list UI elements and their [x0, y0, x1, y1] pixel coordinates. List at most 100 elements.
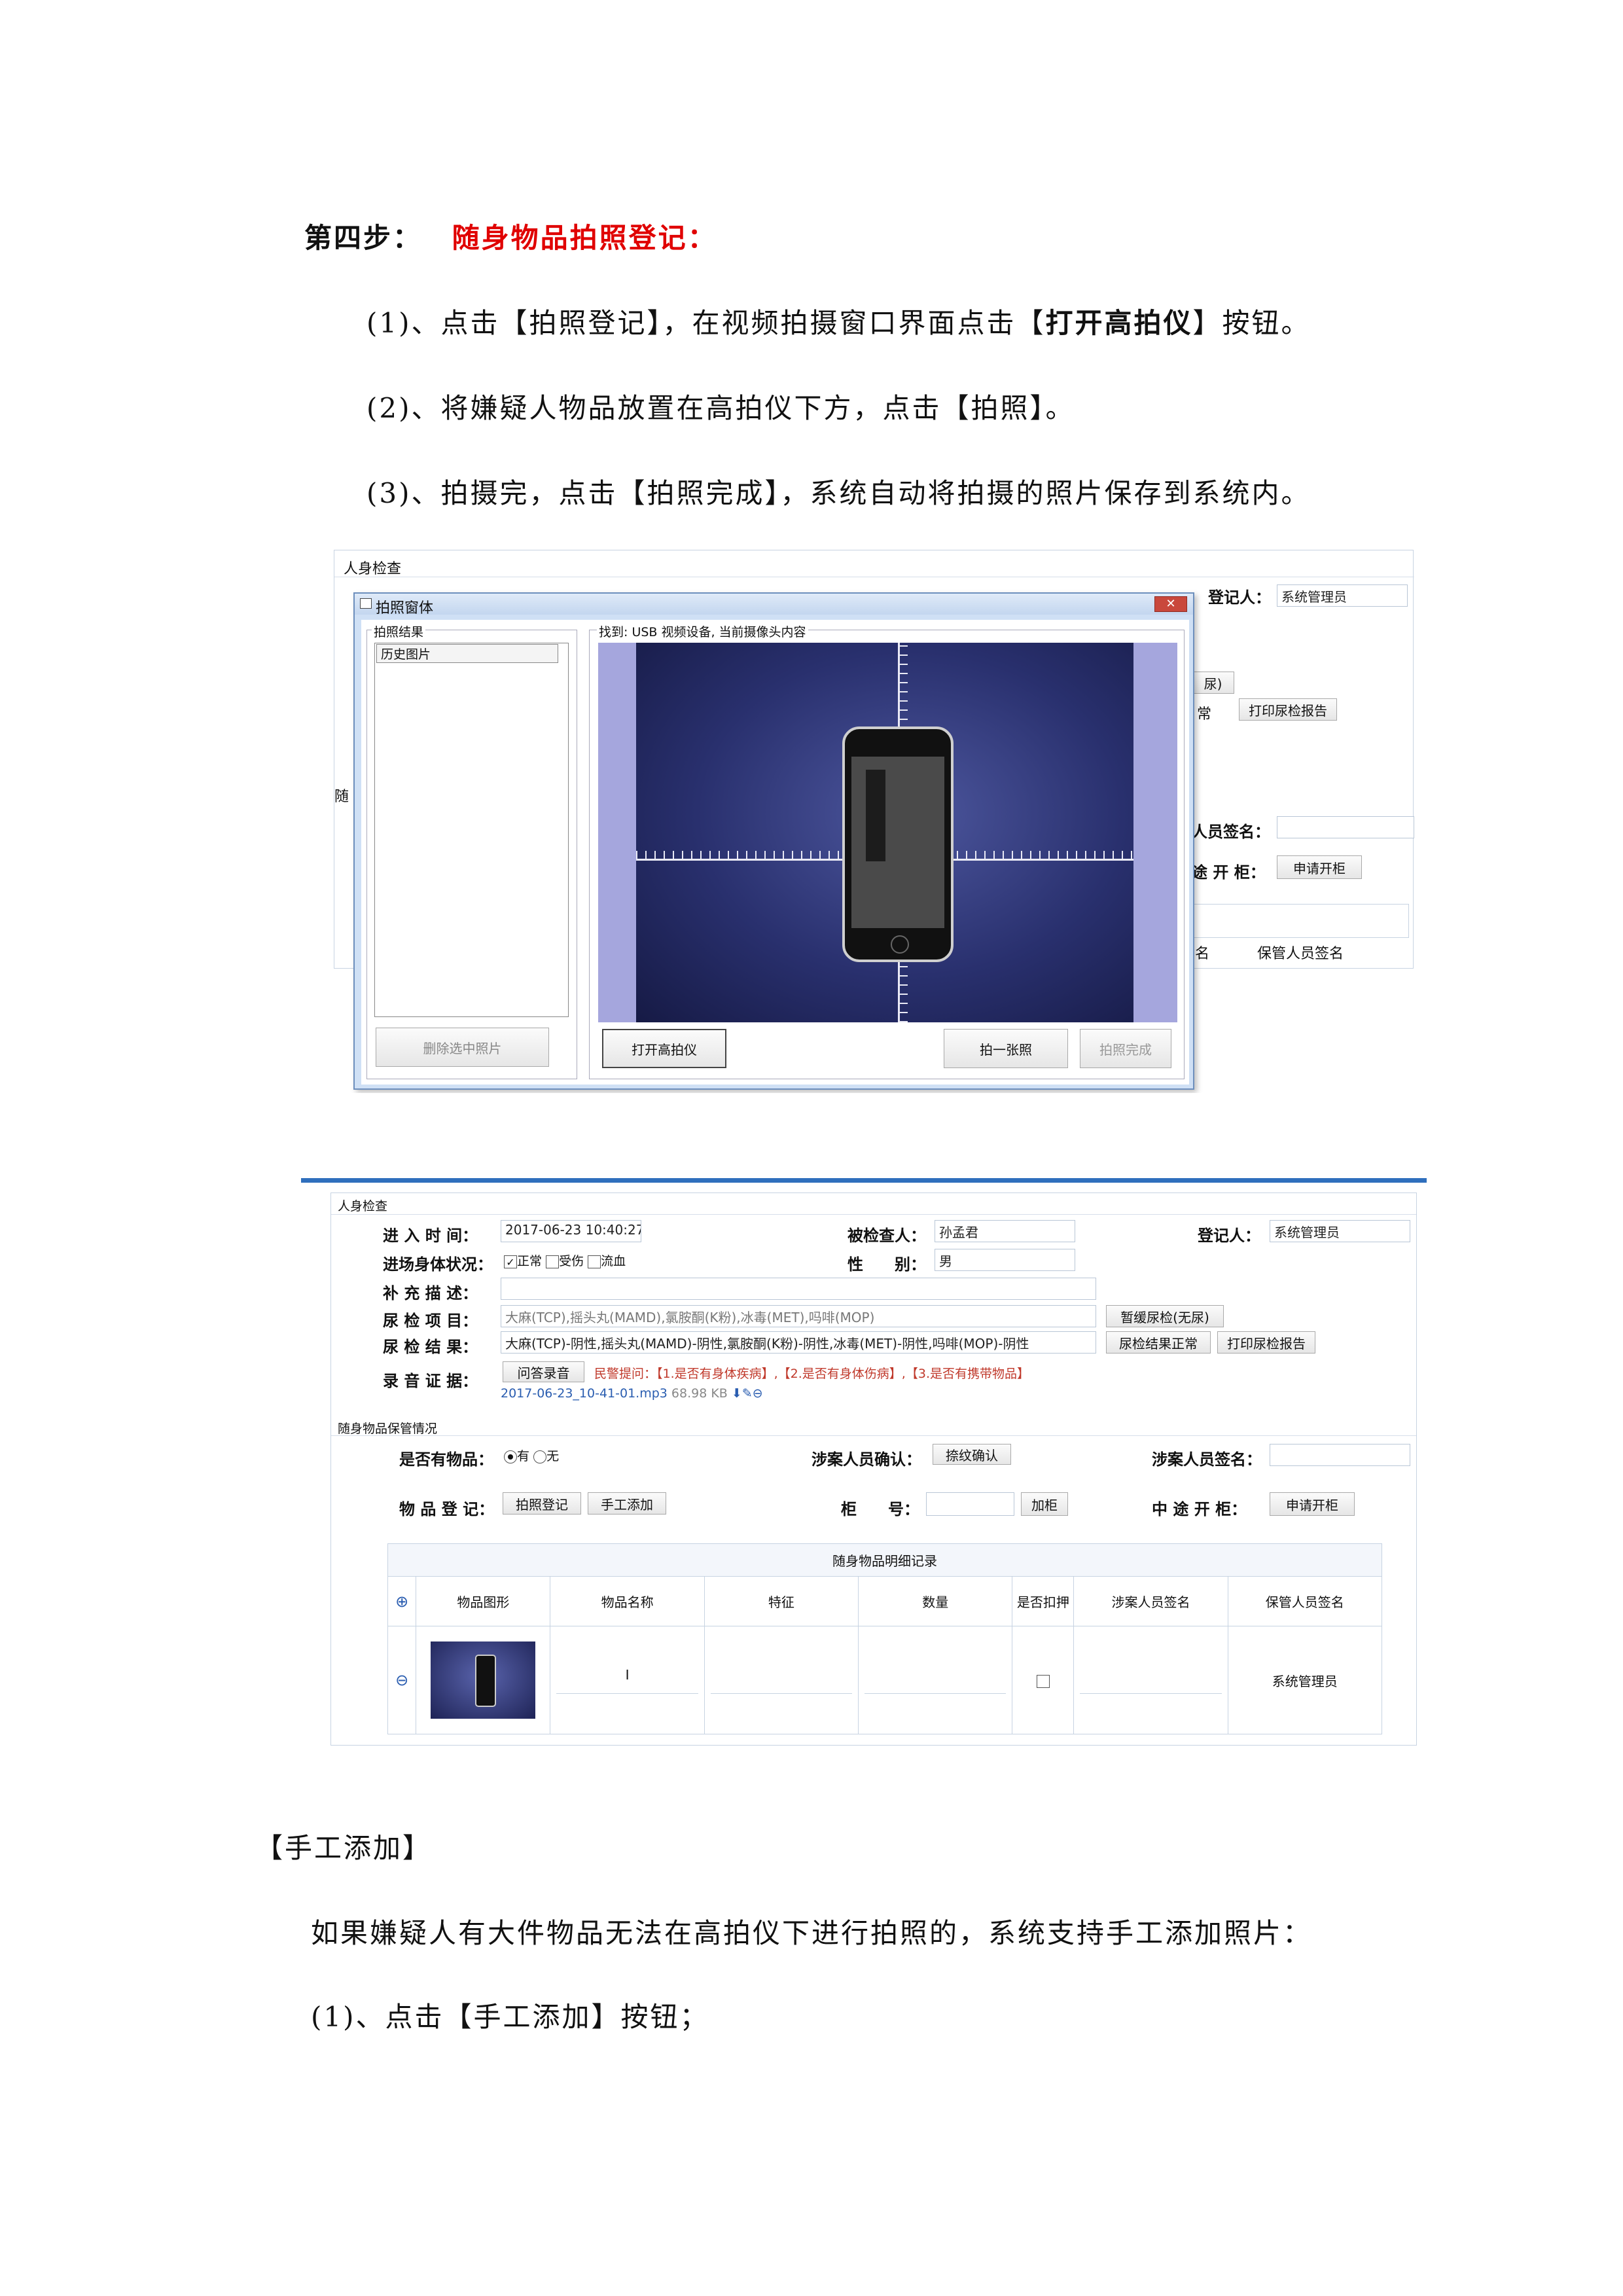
police-tip-text: 【1.是否有身体疾病】,【2.是否有身体伤病】,【3.是否有携带物品】: [656, 1367, 1029, 1381]
add-row-icon[interactable]: ⊕: [395, 1592, 408, 1611]
register-field[interactable]: 系统管理员: [1270, 1220, 1410, 1242]
bleeding-checkbox[interactable]: [588, 1255, 601, 1268]
inspected-label: 被检查人：: [847, 1227, 926, 1245]
bg-register-field[interactable]: 系统管理员: [1277, 584, 1408, 607]
item-suspect-sign-input[interactable]: [1080, 1667, 1222, 1694]
fingerprint-button[interactable]: 捺纹确认: [933, 1444, 1011, 1465]
video-group-label: 找到: USB 视频设备, 当前摄像头内容: [597, 622, 808, 640]
open-camera-button[interactable]: 打开高拍仪: [602, 1029, 726, 1068]
normal-checkbox[interactable]: ✓: [504, 1255, 517, 1268]
camera-image: [636, 643, 1133, 1022]
manual-add-button[interactable]: 手工添加: [588, 1492, 666, 1515]
gender-field[interactable]: 男: [935, 1249, 1075, 1271]
item-thumbnail[interactable]: [431, 1641, 536, 1719]
step-1-suffix: 】按钮。: [1192, 307, 1311, 339]
item-reg-label: 物 品 登 记：: [399, 1500, 495, 1518]
suspect-sign-field[interactable]: [1270, 1444, 1410, 1466]
download-icon[interactable]: ⬇: [732, 1386, 742, 1401]
urine-normal-button[interactable]: 尿检结果正常: [1106, 1331, 1211, 1354]
qa-record-button[interactable]: 问答录音: [503, 1361, 584, 1382]
finish-photo-button[interactable]: 拍照完成: [1080, 1029, 1171, 1068]
suspect-sign-label: 涉案人员签名：: [1152, 1450, 1262, 1469]
phone-image: [842, 726, 954, 962]
step-1-bold: 打开高拍仪: [1045, 307, 1193, 339]
items-table: 随身物品明细记录 ⊕ 物品图形 物品名称 特征 数量 是否扣押 涉案人员签名 保…: [387, 1543, 1383, 1734]
supplement-label: 补 充 描 述：: [383, 1284, 478, 1302]
bg-cabinet-label: 途 开 柜：: [1192, 863, 1266, 882]
bg-col-partial: 名: [1195, 946, 1210, 962]
bg-sign-field[interactable]: [1277, 816, 1414, 838]
add-cabinet-button[interactable]: 加柜: [1021, 1492, 1068, 1516]
urine-items-select[interactable]: 大麻(TCP),摇头丸(MAMD),氯胺酮(K粉),冰毒(MET),吗啡(MOP…: [501, 1305, 1096, 1327]
bg-col-keeper: 保管人员签名: [1257, 946, 1344, 962]
manual-description: 如果嫌疑人有大件物品无法在高拍仪下进行拍照的，系统支持手工添加照片：: [311, 1917, 1313, 1949]
history-header: 历史图片: [376, 644, 558, 663]
has-items-options: 有 无: [504, 1446, 559, 1464]
step-3-text: (3)、拍摄完，点击【拍照完成】，系统自动将拍摄的照片保存到系统内。: [366, 477, 1311, 509]
delete-selected-button[interactable]: 删除选中照片: [376, 1028, 549, 1067]
header-bar: [301, 1178, 1427, 1183]
apply-cabinet-button[interactable]: 申请开柜: [1270, 1492, 1355, 1516]
gender-label: 性 别：: [847, 1255, 926, 1274]
bg-section-title: 人身检查: [344, 561, 402, 577]
dialog-title: 拍照窗体: [376, 600, 434, 617]
urine-defer-button[interactable]: 暂缓尿检(无尿): [1106, 1305, 1224, 1327]
has-items-yes-radio[interactable]: [504, 1450, 517, 1463]
bg-apply-cabinet-button[interactable]: 申请开柜: [1277, 855, 1362, 879]
screenshot-photo-dialog: 人身检查 登记人： 系统管理员 尿) 常 打印尿检报告 随 人员签名： 途 开 …: [330, 550, 1417, 1093]
cabinet-field[interactable]: [926, 1492, 1014, 1516]
police-tip-label: 民警提问：: [594, 1367, 657, 1381]
bg-urine-defer-button[interactable]: 尿): [1192, 672, 1234, 694]
suspect-confirm-label: 涉案人员确认：: [812, 1450, 921, 1469]
take-photo-button[interactable]: 拍一张照: [944, 1029, 1068, 1068]
manual-step-1: (1)、点击【手工添加】按钮；: [311, 2001, 709, 2033]
seized-checkbox[interactable]: [1036, 1674, 1050, 1688]
police-tip: 民警提问：【1.是否有身体疾病】,【2.是否有身体伤病】,【3.是否有携带物品】: [594, 1364, 1029, 1382]
bg-register-label: 登记人：: [1208, 588, 1271, 607]
custody-title: 随身物品保管情况: [338, 1422, 438, 1436]
col-quantity: 数量: [858, 1576, 1013, 1626]
condition-options: ✓ 正常 受伤 流血: [504, 1251, 626, 1269]
photo-register-button[interactable]: 拍照登记: [503, 1492, 581, 1515]
item-feature-input[interactable]: [710, 1667, 853, 1694]
col-keeper-sign: 保管人员签名: [1227, 1576, 1383, 1626]
audio-file-link[interactable]: 2017-06-23_10-41-01.mp3: [501, 1386, 668, 1401]
col-feature: 特征: [704, 1576, 859, 1626]
col-name: 物品名称: [550, 1576, 705, 1626]
has-items-no-radio[interactable]: [533, 1450, 547, 1463]
bg-print-report-button[interactable]: 打印尿检报告: [1239, 698, 1337, 721]
urine-result-label: 尿 检 结 果：: [383, 1338, 478, 1356]
col-seized: 是否扣押: [1012, 1576, 1075, 1626]
normal-label: 正常: [517, 1254, 543, 1268]
item-name-input[interactable]: I: [556, 1667, 698, 1694]
item-quantity-input[interactable]: [865, 1667, 1007, 1694]
audio-size: 68.98 KB: [671, 1386, 728, 1401]
bg-side-char: 随: [334, 789, 349, 805]
injured-checkbox[interactable]: [546, 1255, 560, 1268]
entry-time-label: 进 入 时 间：: [383, 1227, 478, 1245]
bg-sign-label: 人员签名：: [1192, 823, 1270, 841]
remove-icon[interactable]: ⊖: [753, 1386, 763, 1401]
step-number: 第四步：: [304, 222, 423, 254]
remove-row-icon[interactable]: ⊖: [395, 1671, 408, 1689]
step-1-text: (1)、点击【拍照登记】，在视频拍摄窗口界面点击【打开高拍仪】按钮。: [366, 301, 1311, 341]
close-icon[interactable]: ✕: [1154, 596, 1187, 612]
urine-result-select[interactable]: 大麻(TCP)-阴性,摇头丸(MAMD)-阴性,氯胺酮(K粉)-阴性,冰毒(ME…: [501, 1331, 1096, 1354]
print-report-button[interactable]: 打印尿检报告: [1217, 1331, 1315, 1354]
has-items-no-label: 无: [546, 1449, 560, 1463]
photo-dialog: 拍照窗体 ✕ 拍照结果 历史图片 删除选中照片 找到: USB 视频设备, 当前…: [353, 592, 1194, 1090]
inspected-field[interactable]: 孙孟君: [935, 1220, 1075, 1242]
midway-label: 中 途 开 柜：: [1152, 1500, 1247, 1518]
result-group-label: 拍照结果: [372, 622, 426, 640]
step-title: 随身物品拍照登记：: [452, 222, 717, 254]
bg-normal-partial: 常: [1197, 706, 1212, 723]
entry-time-field[interactable]: 2017-06-23 10:40:27: [501, 1220, 641, 1242]
cabinet-label: 柜 号：: [841, 1500, 919, 1518]
window-icon: [360, 598, 372, 609]
audio-file-row: 2017-06-23_10-41-01.mp3 68.98 KB ⬇✎⊖: [501, 1386, 763, 1401]
history-list[interactable]: 历史图片: [374, 643, 569, 1017]
register-label: 登记人：: [1198, 1227, 1260, 1245]
urine-items-label: 尿 检 项 目：: [383, 1312, 478, 1330]
edit-icon[interactable]: ✎: [742, 1386, 753, 1401]
supplement-field[interactable]: [501, 1278, 1096, 1300]
